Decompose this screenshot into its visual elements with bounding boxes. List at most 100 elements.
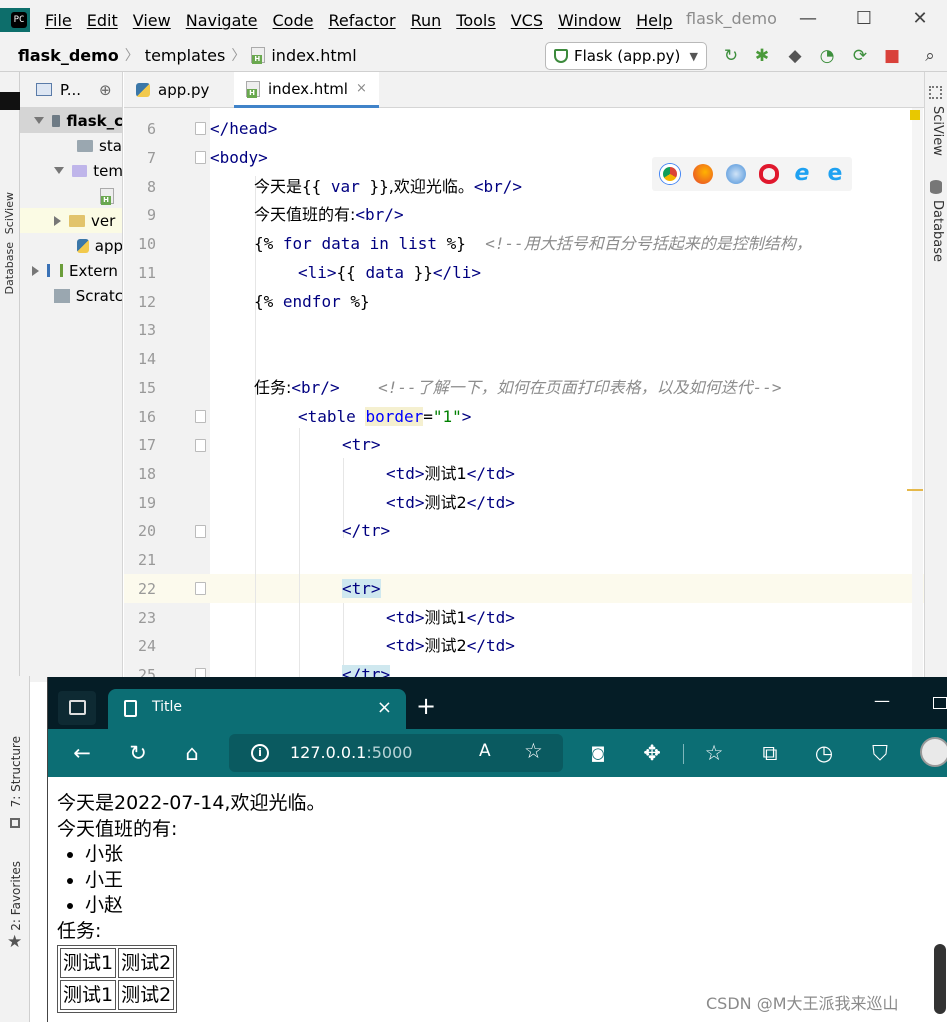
breadcrumb-folder[interactable]: templates <box>145 46 226 65</box>
site-info-icon[interactable]: i <box>251 744 269 762</box>
menu-vcs[interactable]: VCS <box>511 11 543 30</box>
menu-navigate[interactable]: Navigate <box>186 11 258 30</box>
code-line-11: <li>{{ data }}</li> <box>298 263 482 282</box>
table-cell: 测试1 <box>60 980 117 1010</box>
python-file-icon <box>77 238 89 253</box>
menu-refactor[interactable]: Refactor <box>328 11 395 30</box>
chrome-icon[interactable] <box>660 164 680 184</box>
browser-essentials-icon[interactable]: ⛉ <box>868 741 892 765</box>
tree-item-templates[interactable]: tem <box>20 158 122 183</box>
history-icon[interactable]: ◷ <box>812 741 836 765</box>
stripe-marker <box>0 92 20 110</box>
open-in-browser-strip: e e <box>652 157 852 191</box>
profile-icon[interactable]: ◔ <box>815 44 839 68</box>
line-number: 9 <box>146 206 156 224</box>
chevron-down-icon: ▼ <box>689 49 698 63</box>
extension-icon[interactable]: ◙ <box>586 741 610 765</box>
rerun-icon[interactable]: ↻ <box>719 44 743 68</box>
project-panel-title[interactable]: P... <box>60 81 81 99</box>
duty-list: 小张 小王 小赵 <box>57 842 325 919</box>
tree-item-project-root[interactable]: flask_c <box>20 108 122 133</box>
profile-avatar[interactable] <box>920 737 947 767</box>
concurrency-icon[interactable]: ⟳ <box>848 44 872 68</box>
tree-item-app-py[interactable]: app <box>20 233 122 258</box>
fold-marker-icon[interactable] <box>195 525 206 538</box>
right-sciview-tab[interactable]: SciView <box>930 106 945 156</box>
close-button[interactable]: ✕ <box>908 8 932 30</box>
firefox-icon[interactable] <box>693 164 713 184</box>
ie-icon[interactable]: e <box>792 163 812 185</box>
browser-tab[interactable]: Title × <box>108 689 406 729</box>
tree-item-external-libraries[interactable]: Extern <box>20 258 122 283</box>
debug-bug-icon[interactable]: ✱ <box>750 44 774 68</box>
line-number: 11 <box>137 264 156 282</box>
close-tab-icon[interactable]: × <box>356 81 367 96</box>
code-line-23: <td>测试1</td> <box>386 608 515 627</box>
structure-tab[interactable]: 7: Structure <box>9 736 23 807</box>
new-tab-button[interactable]: + <box>416 693 436 719</box>
table-cell: 测试2 <box>118 948 175 978</box>
menu-tools[interactable]: Tools <box>456 11 495 30</box>
menu-file[interactable]: File <box>45 11 72 30</box>
tree-item-scratches[interactable]: Scratc <box>20 283 122 308</box>
code-line-24: <td>测试2</td> <box>386 636 515 655</box>
menu-run[interactable]: Run <box>411 11 442 30</box>
maximize-button[interactable]: ☐ <box>852 8 876 30</box>
fold-marker-icon[interactable] <box>195 410 206 423</box>
tab-index-html[interactable]: index.html × <box>234 72 379 108</box>
tree-item-venv[interactable]: ver <box>20 208 122 233</box>
collections-icon[interactable]: ⧉ <box>758 741 782 765</box>
fold-marker-icon[interactable] <box>195 582 206 595</box>
back-icon[interactable]: ← <box>70 741 94 765</box>
breadcrumb-project[interactable]: flask_demo <box>18 46 119 65</box>
duty-label: 今天值班的有: <box>57 817 178 840</box>
breadcrumb: flask_demo 〉 templates 〉 index.html <box>18 45 357 65</box>
menu-help[interactable]: Help <box>636 11 672 30</box>
favorites-icon[interactable]: ☆ <box>702 741 726 765</box>
left-sciview-tab[interactable]: SciView <box>3 192 16 234</box>
tree-item-static[interactable]: sta <box>20 133 122 158</box>
fold-marker-icon[interactable] <box>195 151 206 164</box>
menu-window[interactable]: Window <box>558 11 621 30</box>
close-tab-icon[interactable]: × <box>377 697 392 718</box>
menu-items: File Edit View Navigate Code Refactor Ru… <box>45 0 673 40</box>
tree-item-index-html[interactable] <box>20 183 122 208</box>
browser-scrollbar[interactable] <box>934 944 946 1014</box>
menu-code[interactable]: Code <box>273 11 314 30</box>
tab-app-py[interactable]: app.py <box>124 72 221 108</box>
crosshair-icon[interactable]: ⊕ <box>99 81 112 99</box>
refresh-icon[interactable]: ↻ <box>126 741 150 765</box>
address-bar[interactable]: i 127.0.0.1:5000 A ☆ <box>229 734 563 772</box>
browser-titlebar: Title × + — <box>48 677 947 729</box>
editor-scrollbar[interactable] <box>912 108 923 682</box>
run-configuration-select[interactable]: Flask (app.py) ▼ <box>545 42 707 70</box>
browser-minimize-button[interactable]: — <box>874 691 890 710</box>
tab-actions-button[interactable] <box>58 691 96 725</box>
add-favorite-icon[interactable]: ☆ <box>524 739 543 763</box>
right-database-tab[interactable]: Database <box>930 200 945 262</box>
read-aloud-icon[interactable]: A <box>479 741 491 761</box>
warning-indicator-icon[interactable] <box>910 110 920 120</box>
stop-icon[interactable]: ■ <box>880 44 904 68</box>
left-database-tab[interactable]: Database <box>3 242 16 295</box>
edge-icon[interactable]: e <box>825 163 845 185</box>
coverage-shield-icon[interactable]: ◆ <box>783 44 807 68</box>
breadcrumb-file[interactable]: index.html <box>271 46 356 65</box>
minimize-button[interactable]: — <box>796 8 820 30</box>
favorites-tab[interactable]: 2: Favorites <box>9 861 23 931</box>
fold-marker-icon[interactable] <box>195 122 206 135</box>
browser-maximize-button[interactable] <box>933 697 947 709</box>
code-line-8: 今天是{{ var }},欢迎光临。<br/> <box>254 177 522 196</box>
bottom-left-tool-stripe: 7: Structure 2: Favorites ★ <box>0 676 30 1022</box>
puzzle-extensions-icon[interactable]: ✥ <box>640 741 664 765</box>
safari-icon[interactable] <box>726 164 746 184</box>
folder-icon <box>72 164 88 177</box>
search-icon[interactable]: ⌕ <box>918 44 942 68</box>
code-editor[interactable]: 6 7 8 9 10 11 12 13 14 15 16 17 18 19 20… <box>124 108 924 682</box>
menu-view[interactable]: View <box>133 11 171 30</box>
opera-icon[interactable] <box>759 164 779 184</box>
fold-marker-icon[interactable] <box>195 439 206 452</box>
home-icon[interactable]: ⌂ <box>180 741 204 765</box>
list-item: 小王 <box>85 868 325 894</box>
menu-edit[interactable]: Edit <box>87 11 118 30</box>
